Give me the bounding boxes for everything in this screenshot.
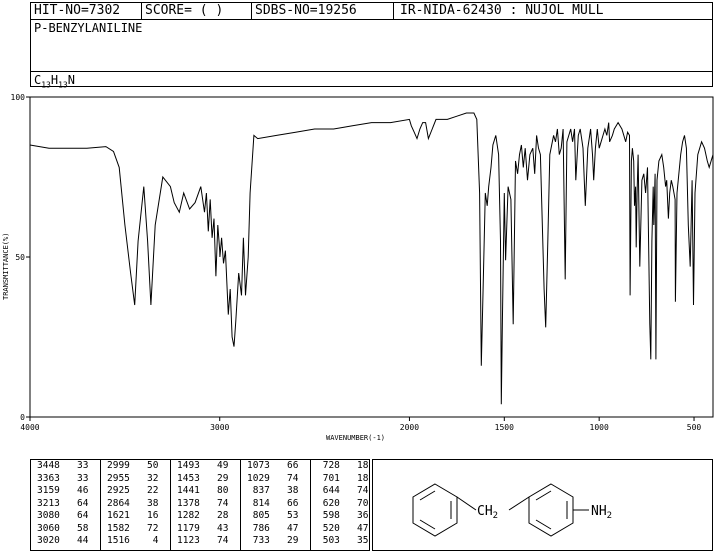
- peak-row: 1582 72: [107, 522, 159, 534]
- peak-row: 620 70: [317, 497, 369, 509]
- peak-row: 3213 64: [37, 497, 89, 509]
- peak-row: 1029 74: [247, 472, 299, 484]
- peak-row: 1453 29: [177, 472, 229, 484]
- x-tick-label: 1500: [495, 423, 514, 432]
- peak-row: 1441 80: [177, 485, 229, 496]
- peak-row: 701 18: [317, 472, 369, 484]
- nh2-label: NH2: [591, 504, 612, 521]
- transmittance-trace: [29, 112, 714, 405]
- peak-row: 733 29: [247, 535, 299, 546]
- peak-row: 598 36: [317, 510, 369, 521]
- x-tick-label: 2000: [400, 423, 419, 432]
- peak-row: 644 74: [317, 485, 369, 496]
- peak-row: 3448 33: [37, 460, 89, 471]
- peak-row: 2999 50: [107, 460, 159, 471]
- peak-row: 3060 58: [37, 522, 89, 534]
- x-tick-label: 500: [687, 423, 702, 432]
- peak-row: 814 66: [247, 497, 299, 509]
- peak-column: 1073 66 1029 74 837 38 814 66 805 53 786 …: [241, 460, 311, 550]
- peak-column: 728 18 701 18 644 74 620 70 598 36 520 4…: [311, 460, 369, 550]
- y-axis-label: TRANSMITTANCE(%): [2, 233, 10, 300]
- peak-column: 2999 50 2955 32 2925 22 2864 38 1621 16 1582 …: [101, 460, 171, 550]
- peak-row: 1123 74: [177, 535, 229, 546]
- peak-row: 3080 64: [37, 510, 89, 521]
- peak-row: 1073 66: [247, 460, 299, 471]
- peak-row: 1378 74: [177, 497, 229, 509]
- x-axis-label: WAVENUMBER(-1): [326, 434, 385, 442]
- x-tick-label: 4000: [20, 423, 39, 432]
- plot-frame: [29, 96, 714, 418]
- structure-panel: CH2 NH2: [372, 459, 713, 551]
- y-tick-label: 0: [20, 413, 25, 422]
- peak-column: 3448 33 3363 33 3159 46 3213 64 3080 64 3060 …: [31, 460, 101, 550]
- peak-row: 3159 46: [37, 485, 89, 496]
- peak-row: 1621 16: [107, 510, 159, 521]
- peak-row: 2955 32: [107, 472, 159, 484]
- peak-row: 3020 44: [37, 535, 89, 546]
- peak-row: 520 47: [317, 522, 369, 534]
- peak-row: 1516 4: [107, 535, 159, 546]
- peak-row: 3363 33: [37, 472, 89, 484]
- peak-row: 1179 43: [177, 522, 229, 534]
- peak-row: 1282 28: [177, 510, 229, 521]
- peak-row: 503 35: [317, 535, 369, 546]
- peak-row: 728 18: [317, 460, 369, 471]
- peak-row: 2925 22: [107, 485, 159, 496]
- x-tick-label: 1000: [590, 423, 609, 432]
- x-tick-label: 3000: [210, 423, 229, 432]
- peak-row: 2864 38: [107, 497, 159, 509]
- peak-row: 786 47: [247, 522, 299, 534]
- ir-spectrum-chart: 0 50 100 4000 3000 2000 1500 1000 500 TRANSMITT…: [2, 93, 714, 442]
- y-tick-label: 50: [15, 253, 25, 262]
- peak-column: 1493 49 1453 29 1441 80 1378 74 1282 28 1179 …: [171, 460, 241, 550]
- peak-row: 805 53: [247, 510, 299, 521]
- peak-row: 1493 49: [177, 460, 229, 471]
- molecule-structure: CH2 NH2: [412, 483, 612, 537]
- ch2-label: CH2: [477, 504, 498, 521]
- y-tick-label: 100: [11, 93, 26, 102]
- peak-row: 837 38: [247, 485, 299, 496]
- peak-table: 3448 33 3363 33 3159 46 3213 64 3080 64 3060 …: [30, 459, 370, 551]
